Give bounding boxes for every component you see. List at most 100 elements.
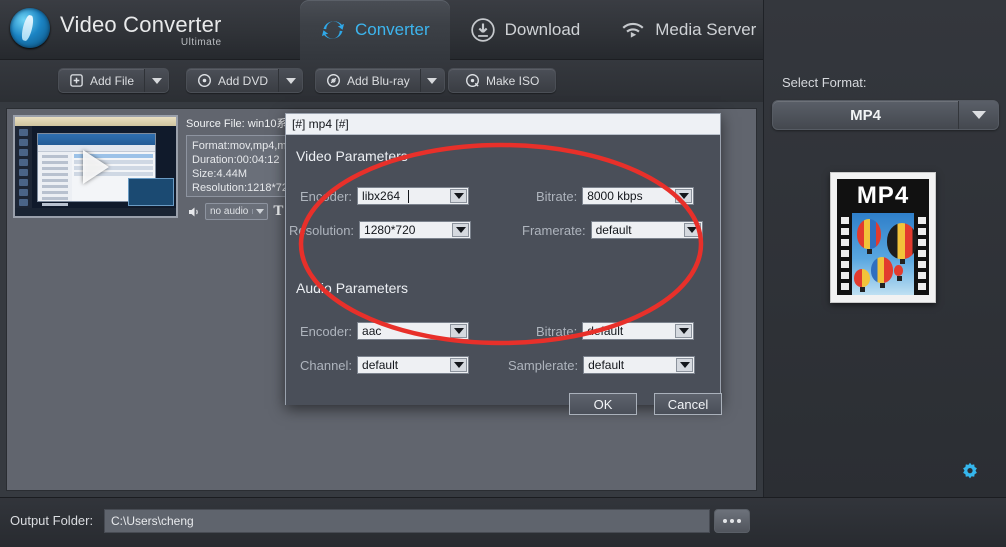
gear-icon[interactable] [958, 460, 982, 484]
chevron-down-icon [453, 328, 464, 334]
video-framerate-label: Framerate: [522, 222, 586, 238]
refresh-circular-arrows-icon [321, 21, 345, 39]
output-folder-label: Output Folder: [10, 513, 94, 528]
add-bluray-dropdown[interactable] [419, 69, 444, 92]
video-encoder-label: Encoder: [300, 188, 353, 204]
video-resolution-select[interactable]: 1280*720 [359, 221, 472, 239]
download-circle-icon [470, 18, 495, 42]
main-tabs: Converter Download Media Server [300, 0, 776, 60]
chevron-down-icon [453, 193, 464, 199]
video-framerate-select[interactable]: default [590, 221, 703, 239]
video-encoder-dropdown[interactable] [450, 189, 468, 203]
add-file-plus-icon [70, 74, 83, 87]
tab-media-server-label: Media Server [655, 20, 757, 39]
main-toolbar: Add File Add DVD Add Blu-ray Make ISO [0, 60, 763, 102]
video-bitrate-label: Bitrate: [536, 188, 578, 204]
chevron-down-icon [678, 193, 689, 199]
app-logo: Video Converter Ultimate [10, 8, 222, 48]
add-bluray-label: Add Blu-ray [347, 73, 410, 88]
format-preview-card: MP4 [830, 172, 936, 303]
format-preview-artwork [837, 213, 929, 295]
browse-output-folder-button[interactable] [714, 509, 750, 533]
video-encoder-select[interactable]: libx264 [357, 187, 470, 205]
speaker-icon [189, 207, 198, 216]
video-resolution-dropdown[interactable] [452, 223, 470, 237]
add-file-dropdown[interactable] [144, 69, 169, 92]
add-dvd-dropdown[interactable] [278, 69, 303, 92]
format-preview-label: MP4 [856, 182, 910, 209]
parameter-settings-dialog: [#] mp4 [#] Video Parameters Encoder: li… [285, 113, 722, 415]
tab-download-label: Download [504, 20, 581, 39]
cancel-button[interactable]: Cancel [654, 393, 722, 415]
output-folder-bar: Output Folder: C:\Users\cheng [0, 497, 1006, 547]
dialog-body: Video Parameters Encoder: libx264 Bitrat… [286, 135, 722, 415]
tab-converter-label: Converter [355, 20, 430, 39]
make-iso-button[interactable]: Make ISO [448, 68, 557, 93]
audio-track-value: no audio [210, 206, 249, 217]
audio-channel-field[interactable]: Channel: default [300, 356, 470, 374]
audio-channel-label: Channel: [300, 357, 353, 373]
chevron-down-icon [687, 227, 698, 233]
add-dvd-button[interactable]: Add DVD [186, 68, 304, 93]
video-thumbnail[interactable] [13, 115, 178, 218]
audio-track-dropdown[interactable] [252, 209, 267, 214]
video-framerate-value: default [595, 223, 632, 237]
video-framerate-dropdown[interactable] [683, 223, 701, 237]
video-bitrate-value: 8000 kbps [587, 189, 643, 203]
tab-converter[interactable]: Converter [300, 0, 450, 60]
make-iso-label: Make ISO [486, 73, 540, 88]
chevron-down-icon [678, 328, 689, 334]
audio-channel-select[interactable]: default [357, 356, 470, 374]
add-bluray-button[interactable]: Add Blu-ray [315, 68, 445, 93]
video-bitrate-select[interactable]: 8000 kbps [582, 187, 695, 205]
audio-bitrate-label: Bitrate: [536, 323, 578, 339]
audio-samplerate-value: default [588, 358, 625, 372]
wifi-broadcast-icon [622, 22, 644, 38]
audio-samplerate-field[interactable]: Samplerate: default [508, 356, 696, 374]
audio-encoder-select[interactable]: aac [357, 322, 470, 340]
audio-bitrate-field[interactable]: Bitrate: default [536, 322, 695, 340]
add-dvd-label: Add DVD [218, 73, 269, 88]
audio-encoder-label: Encoder: [300, 323, 353, 339]
tab-download[interactable]: Download [450, 0, 601, 60]
make-iso-disc-icon [466, 74, 479, 87]
video-resolution-label: Resolution: [289, 222, 355, 238]
audio-track-select[interactable]: no audio [205, 203, 269, 220]
video-bitrate-dropdown[interactable] [675, 189, 693, 203]
audio-samplerate-dropdown[interactable] [676, 358, 694, 372]
bluray-disc-icon [327, 74, 340, 87]
video-framerate-field[interactable]: Framerate: default [522, 221, 703, 239]
audio-bitrate-dropdown[interactable] [675, 324, 693, 338]
add-file-button[interactable]: Add File [58, 68, 170, 93]
video-bitrate-field[interactable]: Bitrate: 8000 kbps [536, 187, 695, 205]
chevron-down-icon [971, 111, 986, 119]
audio-bitrate-select[interactable]: default [582, 322, 695, 340]
text-cursor [408, 190, 410, 203]
video-resolution-field[interactable]: Resolution: 1280*720 [289, 221, 472, 239]
chevron-down-icon [453, 362, 464, 368]
audio-samplerate-select[interactable]: default [583, 356, 696, 374]
subtitle-icon: T [273, 203, 284, 219]
add-file-label: Add File [90, 73, 135, 88]
dvd-disc-icon [198, 74, 211, 87]
audio-channel-dropdown[interactable] [450, 358, 468, 372]
ok-button[interactable]: OK [569, 393, 637, 415]
output-folder-input[interactable]: C:\Users\cheng [104, 509, 710, 533]
audio-encoder-field[interactable]: Encoder: aac [300, 322, 470, 340]
format-select-value: MP4 [850, 106, 881, 124]
app-logo-icon [10, 8, 50, 48]
format-preview-banner: MP4 [837, 179, 929, 213]
chevron-down-icon [455, 227, 466, 233]
chevron-down-icon [679, 362, 690, 368]
app-subtitle: Ultimate [180, 37, 222, 48]
video-encoder-field[interactable]: Encoder: libx264 [300, 187, 470, 205]
dialog-title: [#] mp4 [#] [286, 114, 720, 135]
chevron-down-icon [427, 77, 438, 84]
audio-encoder-dropdown[interactable] [450, 324, 468, 338]
format-select[interactable]: MP4 [772, 100, 999, 130]
tab-media-server[interactable]: Media Server [600, 0, 776, 60]
app-title: Video Converter [60, 12, 222, 37]
video-converter-window: Video Converter Ultimate Converter Downl… [0, 0, 1006, 547]
play-button-overlay[interactable] [82, 149, 109, 184]
format-select-dropdown[interactable] [958, 101, 998, 129]
